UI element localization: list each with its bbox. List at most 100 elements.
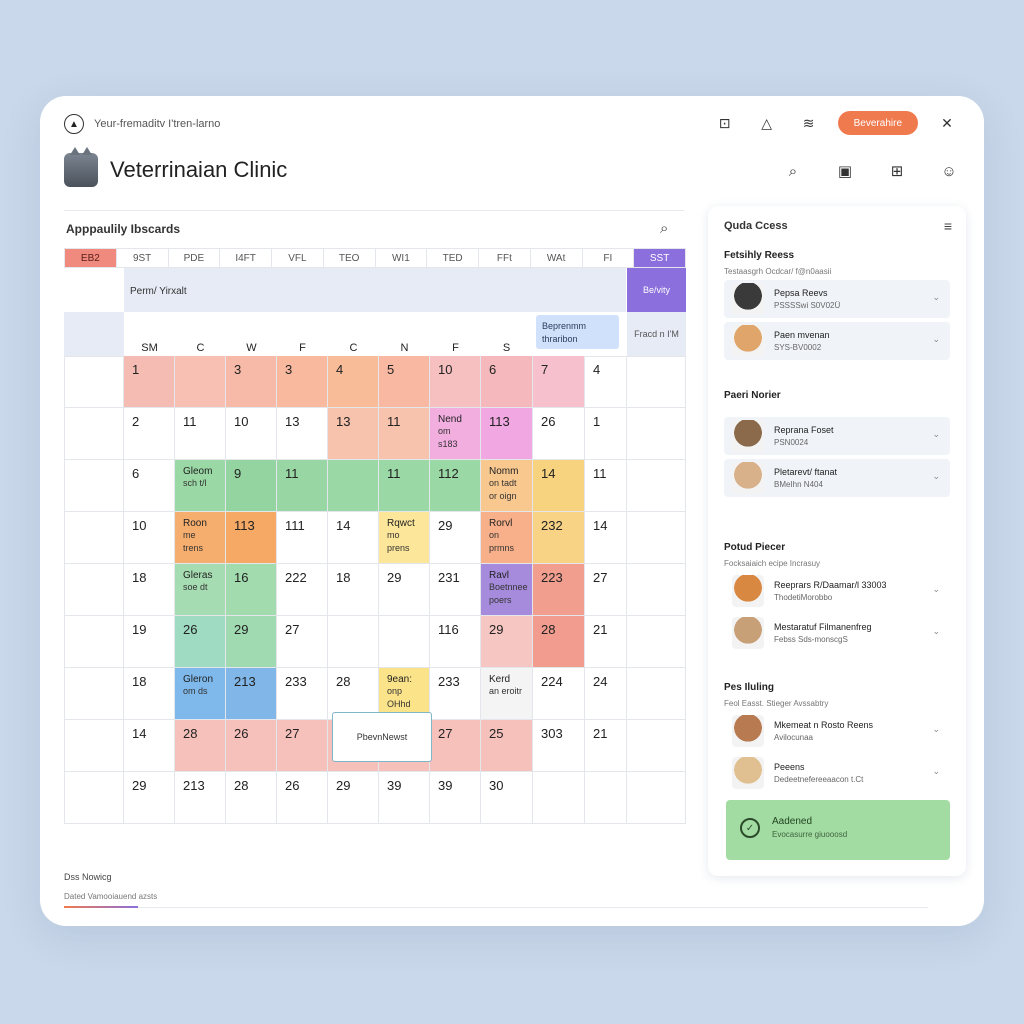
calendar-cell[interactable] [379,616,430,668]
calendar-cell[interactable]: 6 [481,356,533,408]
calendar-cell[interactable]: 18 [124,564,175,616]
calendar-cell[interactable]: 10 [226,408,277,460]
calendar-cell[interactable]: 21 [585,720,627,772]
close-icon[interactable]: ✕ [934,110,960,136]
chevron-down-icon[interactable]: ⌄ [932,626,940,637]
patient-card[interactable]: Paen mvenan SYS-BV0002 ⌄ [724,322,950,360]
calendar-column-9[interactable]: WAt [530,248,583,268]
calendar-cell[interactable]: 28 [226,772,277,824]
calendar-cell[interactable] [627,408,686,460]
chevron-down-icon[interactable]: ⌄ [932,724,940,735]
calendar-cell[interactable]: 16 [226,564,277,616]
calendar-cell[interactable]: 213 [175,772,226,824]
calendar-cell[interactable]: 2 [124,408,175,460]
patient-card[interactable]: Reeprars R/Daamar/l 33003 ThodetiMorobbo ⌄ [724,572,950,610]
calendar-cell[interactable]: Gleron om ds [175,668,226,720]
calendar-cell[interactable] [64,512,124,564]
calendar-cell[interactable]: 21 [585,616,627,668]
calendar-cell[interactable]: 25 [481,720,533,772]
calendar-cell[interactable]: Nomm on tadt or oign [481,460,533,512]
calendar-cell[interactable]: 14 [585,512,627,564]
calendar-cell[interactable] [64,408,124,460]
search-icon[interactable]: ⌕ [780,158,806,184]
calendar-cell[interactable]: 11 [277,460,328,512]
calendar-cell[interactable]: 4 [585,356,627,408]
chevron-down-icon[interactable]: ⌄ [932,471,940,482]
calendar-cell[interactable]: 27 [277,616,328,668]
calendar-column-7[interactable]: TED [427,248,479,268]
calendar-cell[interactable]: Nend om s183 [430,408,481,460]
calendar-cell[interactable]: 3 [226,356,277,408]
calendar-cell[interactable]: 11 [175,408,226,460]
calendar-cell[interactable]: 11 [585,460,627,512]
camera-icon[interactable]: ⊡ [712,110,738,136]
calendar-cell[interactable] [64,668,124,720]
calendar-cell[interactable]: 14 [124,720,175,772]
calendar-cell[interactable]: 213 [226,668,277,720]
primary-action-button[interactable]: Beverahire [837,111,918,135]
calendar-cell[interactable] [64,356,124,408]
calendar-cell[interactable]: Gleras soe dt [175,564,226,616]
calendar-cell[interactable]: 29 [328,772,379,824]
calendar-column-8[interactable]: FFt [479,248,531,268]
calendar-cell[interactable] [627,460,686,512]
calendar-cell[interactable] [627,616,686,668]
calendar-cell[interactable]: 1 [585,408,627,460]
bell-icon[interactable]: △ [754,110,780,136]
calendar-cell[interactable]: 303 [533,720,585,772]
chevron-down-icon[interactable]: ⌄ [932,766,940,777]
calendar-cell[interactable]: 29 [124,772,175,824]
calendar-cell[interactable]: Kerd an eroitr [481,668,533,720]
calendar-cell[interactable]: Rqwct mo prens [379,512,430,564]
calendar-cell[interactable] [64,616,124,668]
chevron-down-icon[interactable]: ⌄ [932,334,940,345]
patient-card[interactable]: Pletarevt/ ftanat BMeIhn N404 ⌄ [724,459,950,497]
calendar-cell[interactable]: 27 [430,720,481,772]
calendar-cell[interactable]: 26 [533,408,585,460]
calendar-cell[interactable]: 116 [430,616,481,668]
patient-card[interactable]: Pepsa Reevs PSSSSwi S0V02Ü ⌄ [724,280,950,318]
calendar-cell[interactable]: 28 [533,616,585,668]
calendar-cell[interactable]: 39 [379,772,430,824]
new-event-popup[interactable]: PbevnNewst [332,712,432,762]
calendar-cell[interactable] [627,356,686,408]
calendar-cell[interactable]: 10 [124,512,175,564]
calendar-cell[interactable]: 6 [124,460,175,512]
calendar-cell[interactable]: 112 [430,460,481,512]
calendar-column-2[interactable]: PDE [168,248,221,268]
calendar-cell[interactable]: 13 [277,408,328,460]
patient-card[interactable]: Mkemeat n Rosto Reens Avilocunaa ⌄ [724,712,950,750]
patient-card[interactable]: Reprana Foset PSN0024 ⌄ [724,417,950,455]
calendar-search-icon[interactable]: ⌕ [660,220,668,237]
calendar-column-11[interactable]: SST [634,248,686,268]
calendar-cell[interactable]: Rorvl on prmns [481,512,533,564]
calendar-cell[interactable] [64,772,124,824]
calendar-cell[interactable]: 26 [277,772,328,824]
chevron-down-icon[interactable]: ⌄ [932,429,940,440]
chevron-down-icon[interactable]: ⌄ [932,584,940,595]
calendar-cell[interactable]: 14 [533,460,585,512]
calendar-cell[interactable] [328,460,379,512]
calendar-cell[interactable]: 233 [430,668,481,720]
calendar-cell[interactable]: Gleom sch t/l [175,460,226,512]
calendar-column-3[interactable]: I4FT [220,248,272,268]
patient-card[interactable]: Mestaratuf Filmanenfreg Febss Sds-monscgS… [724,614,950,652]
calendar-cell[interactable]: 27 [585,564,627,616]
calendar-column-6[interactable]: WI1 [375,248,428,268]
calendar-cell[interactable]: Ravl Boetnnee poers [481,564,533,616]
calendar-cell[interactable]: 11 [379,460,430,512]
calendar-cell[interactable]: 29 [430,512,481,564]
calendar-cell[interactable]: 26 [175,616,226,668]
calendar-cell[interactable]: 113 [226,512,277,564]
calendar-cell[interactable]: 7 [533,356,585,408]
calendar-cell[interactable] [627,772,686,824]
calendar-cell[interactable] [585,772,627,824]
calendar-cell[interactable]: 24 [585,668,627,720]
patient-card[interactable]: Peeens Dedeetnefereeaacon t.Ct ⌄ [724,754,950,792]
calendar-cell[interactable] [64,720,124,772]
calendar-cell[interactable] [627,512,686,564]
calendar-cell[interactable]: 223 [533,564,585,616]
calendar-cell[interactable]: 233 [277,668,328,720]
calendar-cell[interactable] [627,720,686,772]
calendar-column-4[interactable]: VFL [272,248,324,268]
